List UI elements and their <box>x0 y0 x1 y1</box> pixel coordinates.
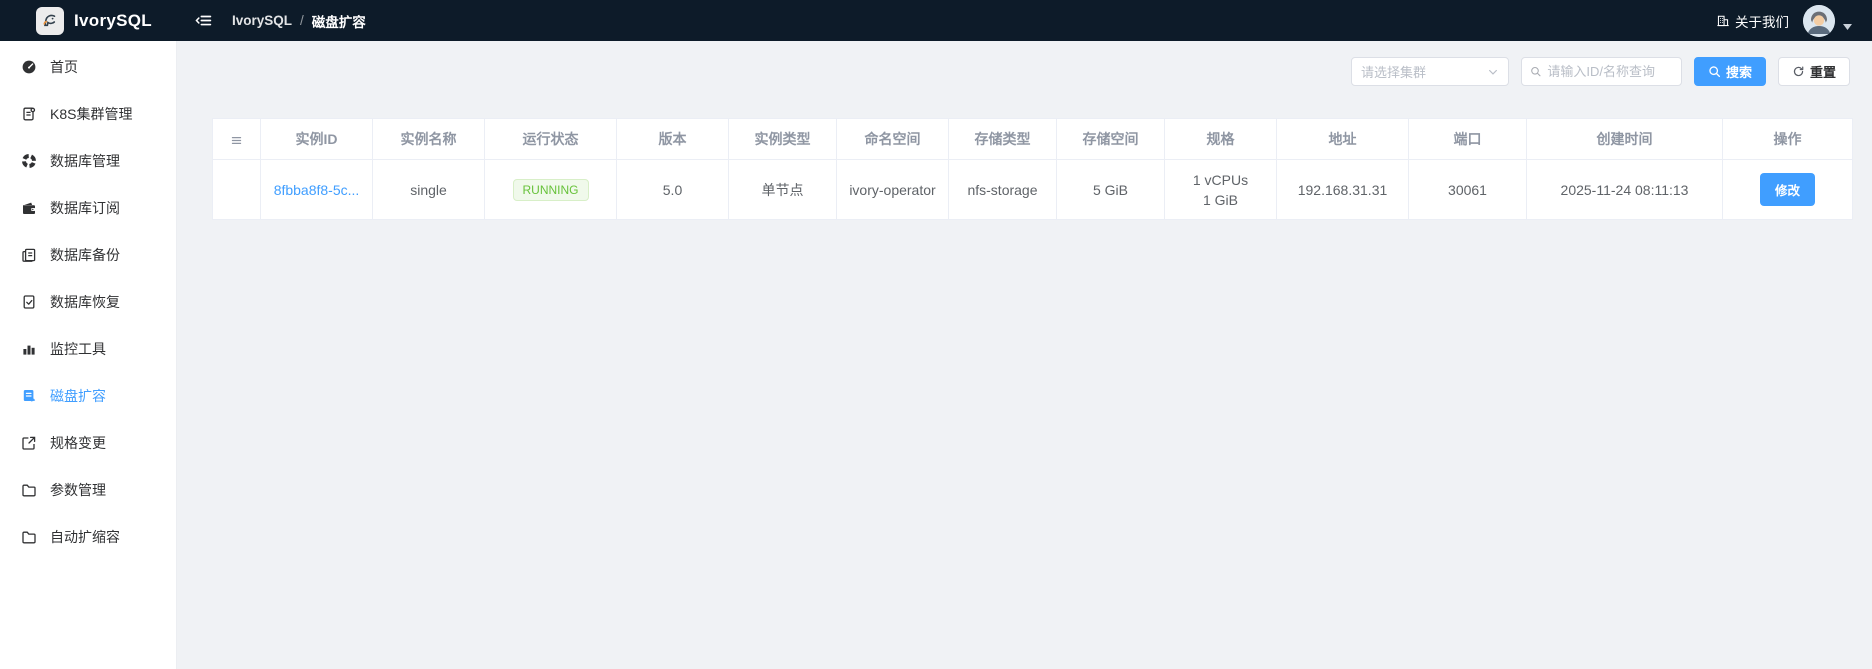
modify-button[interactable]: 修改 <box>1759 173 1815 206</box>
instance-name-cell: single <box>372 159 485 220</box>
about-us-label: 关于我们 <box>1735 14 1789 30</box>
building-icon <box>1717 15 1729 26</box>
avatar-person-icon <box>1803 4 1835 37</box>
breadcrumb-root[interactable]: IvorySQL <box>232 13 292 28</box>
sidebar-item-label: K8S集群管理 <box>50 105 133 122</box>
drag-handle-icon <box>230 134 243 147</box>
column-header-port: 端口 <box>1408 118 1527 160</box>
spec-cpu: 1 vCPUs <box>1192 171 1249 188</box>
restore-icon <box>21 294 37 310</box>
dashboard-icon <box>21 59 37 75</box>
sidebar-item-home[interactable]: 首页 <box>0 43 176 90</box>
storage-size-cell: 5 GiB <box>1056 159 1165 220</box>
column-header-address: 地址 <box>1276 118 1409 160</box>
search-button[interactable]: 搜索 <box>1693 57 1766 86</box>
table-row: 8fbba8f8-5c... single RUNNING 5.0 单节点 iv… <box>212 159 1853 220</box>
breadcrumb: IvorySQL / 磁盘扩容 <box>232 11 366 31</box>
column-header-spec: 规格 <box>1164 118 1277 160</box>
sidebar-item-label: 磁盘扩容 <box>50 387 106 404</box>
backup-icon <box>21 247 37 263</box>
filter-bar: 请选择集群 搜索 重置 <box>1350 57 1850 86</box>
sidebar-item-label: 数据库备份 <box>50 246 120 263</box>
chevron-down-icon <box>1488 69 1497 75</box>
table-header-row: 实例ID 实例名称 运行状态 版本 实例类型 命名空间 存储类型 存储空间 规格… <box>212 118 1853 160</box>
app-title: IvorySQL <box>74 10 152 30</box>
sidebar-item-database-backup[interactable]: 数据库备份 <box>0 231 176 278</box>
storage-type-cell: nfs-storage <box>948 159 1057 220</box>
refresh-icon <box>1793 66 1804 77</box>
database-manage-icon <box>21 153 37 169</box>
cluster-select-placeholder: 请选择集群 <box>1360 65 1426 80</box>
ivorysql-elephant-logo-icon <box>36 6 64 35</box>
user-avatar[interactable] <box>1803 4 1835 37</box>
sidebar-item-parameter-manage[interactable]: 参数管理 <box>0 466 176 513</box>
chevron-down-icon[interactable] <box>1843 23 1852 30</box>
column-header-storage-size: 存储空间 <box>1056 118 1165 160</box>
sidebar: 首页 K8S集群管理 数据库管理 数据库订阅 数据库备份 数据库恢复 监控工具 … <box>0 41 177 669</box>
subscription-icon <box>21 200 37 216</box>
column-header-instance-name: 实例名称 <box>372 118 485 160</box>
sidebar-item-label: 监控工具 <box>50 340 106 357</box>
version-cell: 5.0 <box>616 159 729 220</box>
column-header-version: 版本 <box>616 118 729 160</box>
sidebar-item-database-restore[interactable]: 数据库恢复 <box>0 278 176 325</box>
breadcrumb-separator: / <box>300 13 304 28</box>
sidebar-item-auto-scale[interactable]: 自动扩缩容 <box>0 513 176 560</box>
namespace-cell: ivory-operator <box>836 159 949 220</box>
search-button-label: 搜索 <box>1725 65 1752 80</box>
disk-expand-icon <box>21 388 37 404</box>
folder-icon <box>21 529 37 545</box>
sidebar-item-label: 参数管理 <box>50 481 106 498</box>
instance-type-cell: 单节点 <box>728 159 837 220</box>
sidebar-item-label: 数据库管理 <box>50 152 120 169</box>
menu-fold-icon[interactable] <box>191 8 216 33</box>
sidebar-item-k8s-clusters[interactable]: K8S集群管理 <box>0 90 176 137</box>
column-header-instance-type: 实例类型 <box>728 118 837 160</box>
search-icon <box>1709 66 1720 78</box>
monitor-icon <box>21 341 37 357</box>
sidebar-item-label: 自动扩缩容 <box>50 528 120 545</box>
port-cell: 30061 <box>1408 159 1527 220</box>
drag-handle-cell <box>212 159 261 220</box>
sidebar-item-database-manage[interactable]: 数据库管理 <box>0 137 176 184</box>
search-icon <box>1531 66 1541 77</box>
instance-id-link[interactable]: 8fbba8f8-5c... <box>274 182 360 198</box>
drag-handle-column-header <box>212 118 261 160</box>
reset-button-label: 重置 <box>1809 65 1836 80</box>
reset-button[interactable]: 重置 <box>1777 57 1850 86</box>
sidebar-item-label: 首页 <box>50 58 78 75</box>
main-content: 请选择集群 搜索 重置 <box>177 41 1872 669</box>
search-box <box>1520 57 1682 86</box>
status-badge: RUNNING <box>512 178 589 201</box>
created-at-cell: 2025-11-24 08:11:13 <box>1526 159 1723 220</box>
app-logo[interactable]: IvorySQL <box>0 6 177 35</box>
breadcrumb-current: 磁盘扩容 <box>311 14 366 30</box>
search-input[interactable] <box>1547 64 1673 79</box>
column-header-namespace: 命名空间 <box>836 118 949 160</box>
spec-cell: 1 vCPUs 1 GiB <box>1164 159 1277 220</box>
column-header-storage-type: 存储类型 <box>948 118 1057 160</box>
sidebar-item-disk-expansion[interactable]: 磁盘扩容 <box>0 372 176 419</box>
column-header-created-at: 创建时间 <box>1526 118 1723 160</box>
spec-change-icon <box>21 435 37 451</box>
top-bar: IvorySQL IvorySQL / 磁盘扩容 关于我们 <box>0 0 1872 41</box>
sidebar-item-monitor-tools[interactable]: 监控工具 <box>0 325 176 372</box>
sidebar-item-label: 数据库恢复 <box>50 293 120 310</box>
topbar-right: 关于我们 <box>1716 4 1852 37</box>
about-us-link[interactable]: 关于我们 <box>1716 11 1789 31</box>
column-header-status: 运行状态 <box>484 118 617 160</box>
folder-icon <box>21 482 37 498</box>
address-cell: 192.168.31.31 <box>1276 159 1409 220</box>
spec-memory: 1 GiB <box>1202 191 1238 208</box>
sidebar-item-label: 数据库订阅 <box>50 199 120 216</box>
column-header-actions: 操作 <box>1722 118 1853 160</box>
instances-table: 实例ID 实例名称 运行状态 版本 实例类型 命名空间 存储类型 存储空间 规格… <box>212 118 1853 220</box>
sidebar-item-spec-change[interactable]: 规格变更 <box>0 419 176 466</box>
sidebar-item-database-subscribe[interactable]: 数据库订阅 <box>0 184 176 231</box>
sidebar-item-label: 规格变更 <box>50 434 106 451</box>
column-header-instance-id: 实例ID <box>260 118 373 160</box>
cluster-icon <box>21 106 37 122</box>
cluster-select[interactable]: 请选择集群 <box>1350 57 1509 86</box>
